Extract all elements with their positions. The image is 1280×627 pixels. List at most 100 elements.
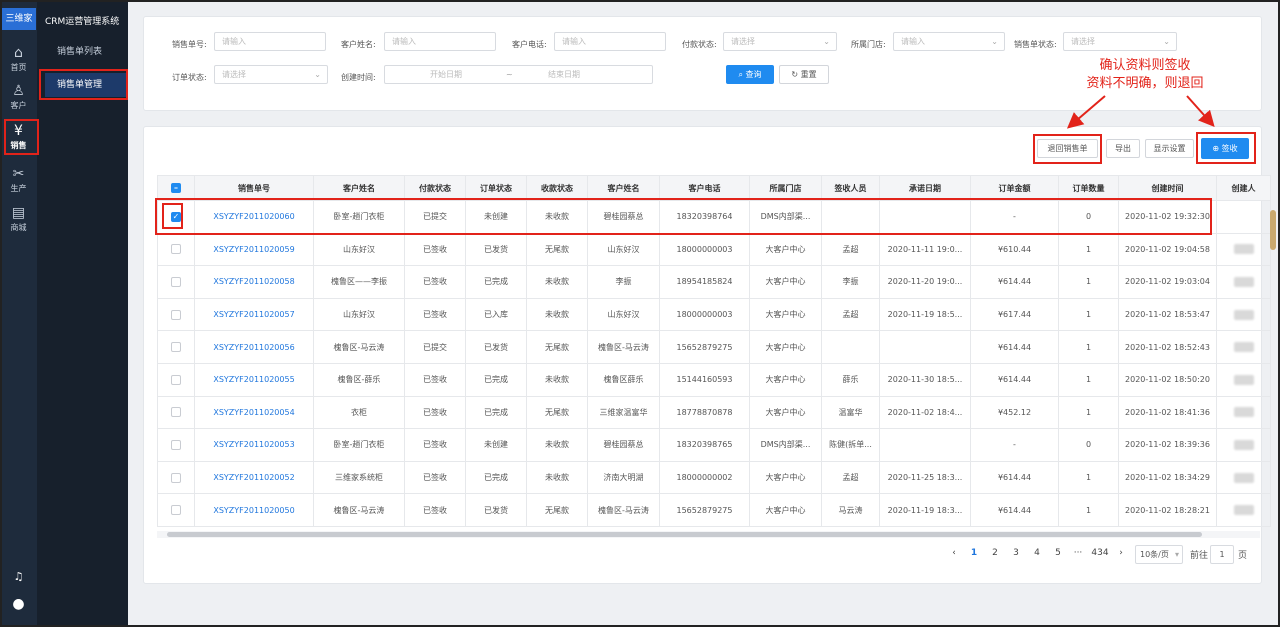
column-header[interactable]: 订单状态 xyxy=(465,175,527,201)
table-row[interactable]: XSYZYF2011020052 三维家系统柜 已签收 已完成 未收款 济南大明湖 1800… xyxy=(157,460,1271,495)
return-order-button[interactable]: 退回销售单 xyxy=(1037,139,1098,158)
store-select[interactable]: 请输入 ⌄ xyxy=(893,32,1005,51)
row-select-cell[interactable] xyxy=(157,297,195,332)
column-header[interactable]: 创建时间 xyxy=(1118,175,1217,201)
order-no-link[interactable]: XSYZYF2011020055 xyxy=(194,362,314,397)
column-header[interactable]: 客户电话 xyxy=(659,175,750,201)
table-cell-amount: ¥610.44 xyxy=(970,232,1059,267)
order-no-link[interactable]: XSYZYF2011020058 xyxy=(194,265,314,299)
row-checkbox[interactable] xyxy=(171,374,181,385)
page-button[interactable]: 1 xyxy=(966,548,982,558)
column-header[interactable]: 销售单号 xyxy=(194,175,314,201)
sign-button[interactable]: ⊕ 签收 xyxy=(1201,138,1249,159)
column-header[interactable]: 订单金额 xyxy=(970,175,1059,201)
column-header[interactable]: 付款状态 xyxy=(404,175,466,201)
row-checkbox[interactable] xyxy=(171,244,181,255)
row-select-cell[interactable] xyxy=(157,493,195,527)
bell-icon[interactable]: ♫ xyxy=(0,570,37,583)
order-no-input[interactable]: 请输入 xyxy=(214,32,326,51)
column-header[interactable]: 承诺日期 xyxy=(879,175,971,201)
row-checkbox[interactable] xyxy=(171,472,181,483)
table-cell-pay: 已签收 xyxy=(404,362,466,397)
order-status-top-select[interactable]: 请选择 ⌄ xyxy=(1063,32,1177,51)
column-header[interactable]: 客户姓名 xyxy=(587,175,660,201)
export-button[interactable]: 导出 xyxy=(1106,139,1140,158)
column-header[interactable]: 订单数量 xyxy=(1058,175,1119,201)
column-header[interactable]: 收款状态 xyxy=(526,175,588,201)
goto-page-input[interactable]: 1 xyxy=(1210,545,1234,564)
page-size-select[interactable]: 10条/页 ▾ xyxy=(1135,545,1183,564)
row-checkbox[interactable] xyxy=(171,407,181,418)
reset-button[interactable]: ↻ 重置 xyxy=(779,65,829,84)
row-checkbox[interactable] xyxy=(171,439,181,450)
rail-item-home[interactable]: ⌂ 首页 xyxy=(0,42,37,76)
order-no-link[interactable]: XSYZYF2011020050 xyxy=(194,493,314,527)
next-page-button[interactable]: › xyxy=(1113,548,1129,558)
prev-page-button[interactable]: ‹ xyxy=(946,548,962,558)
order-state-select[interactable]: 请选择 ⌄ xyxy=(214,65,328,84)
row-select-cell[interactable] xyxy=(157,232,195,267)
rail-item-production[interactable]: ✂ 生产 xyxy=(0,163,37,197)
horizontal-scrollbar[interactable] xyxy=(157,531,1260,538)
scrollbar-thumb[interactable] xyxy=(167,532,1202,537)
order-no-link[interactable]: XSYZYF2011020057 xyxy=(194,297,314,332)
order-no-link[interactable]: XSYZYF2011020052 xyxy=(194,460,314,495)
table-row[interactable]: XSYZYF2011020056 槐鲁区-马云涛 已提交 已发货 无尾款 槐鲁区-马云涛 1… xyxy=(157,330,1271,364)
order-state-label: 订单状态: xyxy=(172,73,207,82)
page-button[interactable]: 434 xyxy=(1090,548,1110,558)
select-all-cell[interactable]: – xyxy=(157,175,195,201)
rail-item-mall[interactable]: ▤ 商城 xyxy=(0,202,37,236)
created-time-range[interactable]: 开始日期 ~ 结束日期 xyxy=(384,65,653,84)
row-checkbox[interactable] xyxy=(171,505,181,516)
page-button[interactable]: 2 xyxy=(987,548,1003,558)
table-cell-signer: 陈健(拆单... xyxy=(821,428,880,462)
submenu-item-list[interactable]: 销售单列表 xyxy=(45,40,128,64)
rail-item-customer[interactable]: ♙ 客户 xyxy=(0,80,37,114)
table-row[interactable]: ✓ XSYZYF2011020060 卧室-趟门衣柜 已提交 未创建 未收款 碧桂园蔡总 18… xyxy=(157,200,1271,234)
submenu-item-manage[interactable]: 销售单管理 xyxy=(45,73,128,97)
page-suffix: 页 xyxy=(1238,551,1248,561)
order-no-link[interactable]: XSYZYF2011020054 xyxy=(194,395,314,430)
customer-phone-input[interactable]: 请输入 xyxy=(554,32,666,51)
table-cell-pay: 已签收 xyxy=(404,395,466,430)
row-select-cell[interactable] xyxy=(157,395,195,430)
row-select-cell[interactable]: ✓ xyxy=(157,200,195,234)
row-select-cell[interactable] xyxy=(157,428,195,462)
page-button[interactable]: 4 xyxy=(1029,548,1045,558)
avatar-icon[interactable]: ● xyxy=(0,596,37,612)
query-button[interactable]: ⌕ 查询 xyxy=(726,65,774,84)
table-row[interactable]: XSYZYF2011020053 卧室-趟门衣柜 已签收 未创建 未收款 碧桂园蔡总 183… xyxy=(157,428,1271,462)
row-select-cell[interactable] xyxy=(157,330,195,364)
column-header[interactable]: 创建人 xyxy=(1216,175,1271,201)
column-header[interactable]: 客户姓名 xyxy=(313,175,405,201)
rail-item-sales[interactable]: ¥ 销售 xyxy=(0,120,37,154)
row-checkbox[interactable] xyxy=(171,276,181,287)
display-settings-button[interactable]: 显示设置 xyxy=(1145,139,1194,158)
order-no-link[interactable]: XSYZYF2011020053 xyxy=(194,428,314,462)
vertical-scrollbar[interactable] xyxy=(1270,210,1276,250)
row-select-cell[interactable] xyxy=(157,460,195,495)
page-button[interactable]: 5 xyxy=(1050,548,1066,558)
table-row[interactable]: XSYZYF2011020050 槐鲁区-马云涛 已签收 已发货 无尾款 槐鲁区-马云涛 1… xyxy=(157,493,1271,527)
pay-status-select[interactable]: 请选择 ⌄ xyxy=(723,32,837,51)
row-checkbox[interactable] xyxy=(171,309,181,320)
page-ellipsis[interactable]: ··· xyxy=(1070,548,1086,558)
table-row[interactable]: XSYZYF2011020054 衣柜 已签收 已完成 无尾款 三维家温富华 1877887… xyxy=(157,395,1271,430)
order-no-link[interactable]: XSYZYF2011020056 xyxy=(194,330,314,364)
table-row[interactable]: XSYZYF2011020055 槐鲁区-薛乐 已签收 已完成 未收款 槐鲁区薛乐 1514… xyxy=(157,362,1271,397)
customer-name-input[interactable]: 请输入 xyxy=(384,32,496,51)
row-select-cell[interactable] xyxy=(157,362,195,397)
column-header[interactable]: 所属门店 xyxy=(749,175,822,201)
row-select-cell[interactable] xyxy=(157,265,195,299)
table-cell-name: 山东好汉 xyxy=(313,297,405,332)
page-button[interactable]: 3 xyxy=(1008,548,1024,558)
order-no-link[interactable]: XSYZYF2011020060 xyxy=(194,200,314,234)
table-row[interactable]: XSYZYF2011020058 槐鲁区——李振 已签收 已完成 未收款 李振 189541… xyxy=(157,265,1271,299)
row-checkbox[interactable] xyxy=(171,342,181,353)
select-all-checkbox[interactable]: – xyxy=(171,183,181,193)
order-no-link[interactable]: XSYZYF2011020059 xyxy=(194,232,314,267)
column-header[interactable]: 签收人员 xyxy=(821,175,880,201)
table-row[interactable]: XSYZYF2011020057 山东好汉 已签收 已入库 未收款 山东好汉 1800000… xyxy=(157,297,1271,332)
row-checkbox-checked[interactable]: ✓ xyxy=(171,211,181,222)
table-row[interactable]: XSYZYF2011020059 山东好汉 已签收 已发货 无尾款 山东好汉 1800000… xyxy=(157,232,1271,267)
